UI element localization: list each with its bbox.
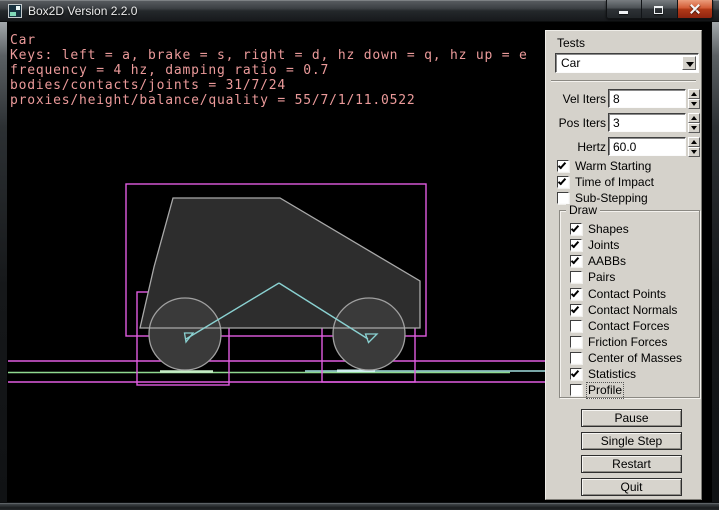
info-line-counts: bodies/contacts/joints = 31/7/24 <box>10 78 528 93</box>
hertz-down-button[interactable] <box>688 147 700 157</box>
check-icon <box>571 289 579 298</box>
hertz-input[interactable]: 60.0 <box>608 137 686 156</box>
tests-dropdown-button[interactable] <box>682 56 696 70</box>
checkbox-label: Contact Forces <box>588 320 669 333</box>
tests-dropdown[interactable]: Car <box>555 53 699 73</box>
checkbox-label: Statistics <box>588 368 636 381</box>
checkbox-box[interactable] <box>570 239 582 251</box>
checkbox-label: Profile <box>588 384 622 397</box>
checkbox-box[interactable] <box>570 223 582 235</box>
draw-group-label: Draw <box>566 204 600 217</box>
maximize-button[interactable] <box>642 0 677 18</box>
checkbox-box[interactable] <box>570 288 582 300</box>
arrow-down-icon <box>691 126 697 130</box>
check-icon <box>571 369 579 378</box>
tests-label: Tests <box>557 36 585 50</box>
info-line-test-name: Car <box>10 33 528 48</box>
pos-iters-input[interactable]: 3 <box>608 113 686 132</box>
panel-separator <box>551 80 696 82</box>
checkbox-box[interactable] <box>557 176 569 188</box>
checkbox-label: Joints <box>588 239 619 252</box>
checkbox-box[interactable] <box>570 304 582 316</box>
checkbox-box[interactable] <box>570 384 582 396</box>
caption-buttons <box>606 0 713 19</box>
vel-iters-row: Vel Iters 8 <box>546 89 703 109</box>
vel-iters-down-button[interactable] <box>688 99 700 109</box>
pos-iters-down-button[interactable] <box>688 123 700 133</box>
checkbox-label: Shapes <box>588 223 629 236</box>
check-icon <box>571 240 579 249</box>
control-panel: Tests Car Vel Iters 8 Pos Iters 3 <box>545 30 702 500</box>
vel-iters-up-button[interactable] <box>688 89 700 99</box>
checkbox-label: Center of Masses <box>588 352 682 365</box>
window-border-right <box>711 22 719 502</box>
debug-info-text: Car Keys: left = a, brake = s, right = d… <box>10 33 528 108</box>
window-border-bottom <box>0 502 719 510</box>
chevron-down-icon <box>686 62 694 67</box>
info-line-keys: Keys: left = a, brake = s, right = d, hz… <box>10 48 528 63</box>
checkbox-box[interactable] <box>570 271 582 283</box>
check-icon <box>558 177 566 186</box>
arrow-up-icon <box>691 140 697 144</box>
info-line-proxies: proxies/height/balance/quality = 55/7/1/… <box>10 93 528 108</box>
vel-iters-spinner <box>688 89 700 109</box>
pos-iters-up-button[interactable] <box>688 113 700 123</box>
box2d-testbed-window: Box2D Version 2.2.0 <box>0 0 719 510</box>
checkbox-label: Contact Points <box>588 288 666 301</box>
titlebar[interactable]: Box2D Version 2.2.0 <box>0 0 719 22</box>
pos-iters-spinner <box>688 113 700 133</box>
arrow-down-icon <box>691 102 697 106</box>
minimize-button[interactable] <box>607 0 642 18</box>
window-title: Box2D Version 2.2.0 <box>28 0 137 22</box>
checkbox-box[interactable] <box>570 352 582 364</box>
check-icon <box>571 305 579 314</box>
info-line-frequency: frequency = 4 hz, damping ratio = 0.7 <box>10 63 528 78</box>
checkbox-label: AABBs <box>588 255 626 268</box>
vel-iters-label: Vel Iters <box>546 92 606 106</box>
close-icon <box>689 3 701 15</box>
tests-dropdown-value: Car <box>561 56 580 70</box>
checkbox-box[interactable] <box>570 320 582 332</box>
hertz-up-button[interactable] <box>688 137 700 147</box>
pos-iters-row: Pos Iters 3 <box>546 113 703 133</box>
hertz-spinner <box>688 137 700 157</box>
check-icon <box>571 256 579 265</box>
check-icon <box>558 161 566 170</box>
window-border-left <box>0 22 8 502</box>
checkbox-box[interactable] <box>557 192 569 204</box>
quit-button[interactable]: Quit <box>581 478 682 496</box>
arrow-down-icon <box>691 150 697 154</box>
checkbox-label: Warm Starting <box>575 160 651 173</box>
hertz-label: Hertz <box>546 140 606 154</box>
vel-iters-input[interactable]: 8 <box>608 89 686 108</box>
single-step-button[interactable]: Single Step <box>581 432 682 450</box>
close-button[interactable] <box>678 0 712 18</box>
checkbox-box[interactable] <box>570 336 582 348</box>
box2d-app-icon <box>8 4 22 18</box>
checkbox-box[interactable] <box>570 255 582 267</box>
hertz-row: Hertz 60.0 <box>546 137 703 157</box>
app-icon-glint <box>16 6 20 10</box>
checkbox-box[interactable] <box>557 160 569 172</box>
checkbox-label: Friction Forces <box>588 336 667 349</box>
arrow-up-icon <box>691 92 697 96</box>
checkbox-label: Time of Impact <box>575 176 654 189</box>
minimize-icon <box>619 11 628 14</box>
checkbox-label: Pairs <box>588 271 615 284</box>
restart-button[interactable]: Restart <box>581 455 682 473</box>
checkbox-box[interactable] <box>570 368 582 380</box>
maximize-icon <box>654 6 663 14</box>
pause-button[interactable]: Pause <box>581 409 682 427</box>
pos-iters-label: Pos Iters <box>546 116 606 130</box>
check-icon <box>571 224 579 233</box>
checkbox-label: Contact Normals <box>588 304 677 317</box>
arrow-up-icon <box>691 116 697 120</box>
app-icon-bar <box>10 12 16 16</box>
